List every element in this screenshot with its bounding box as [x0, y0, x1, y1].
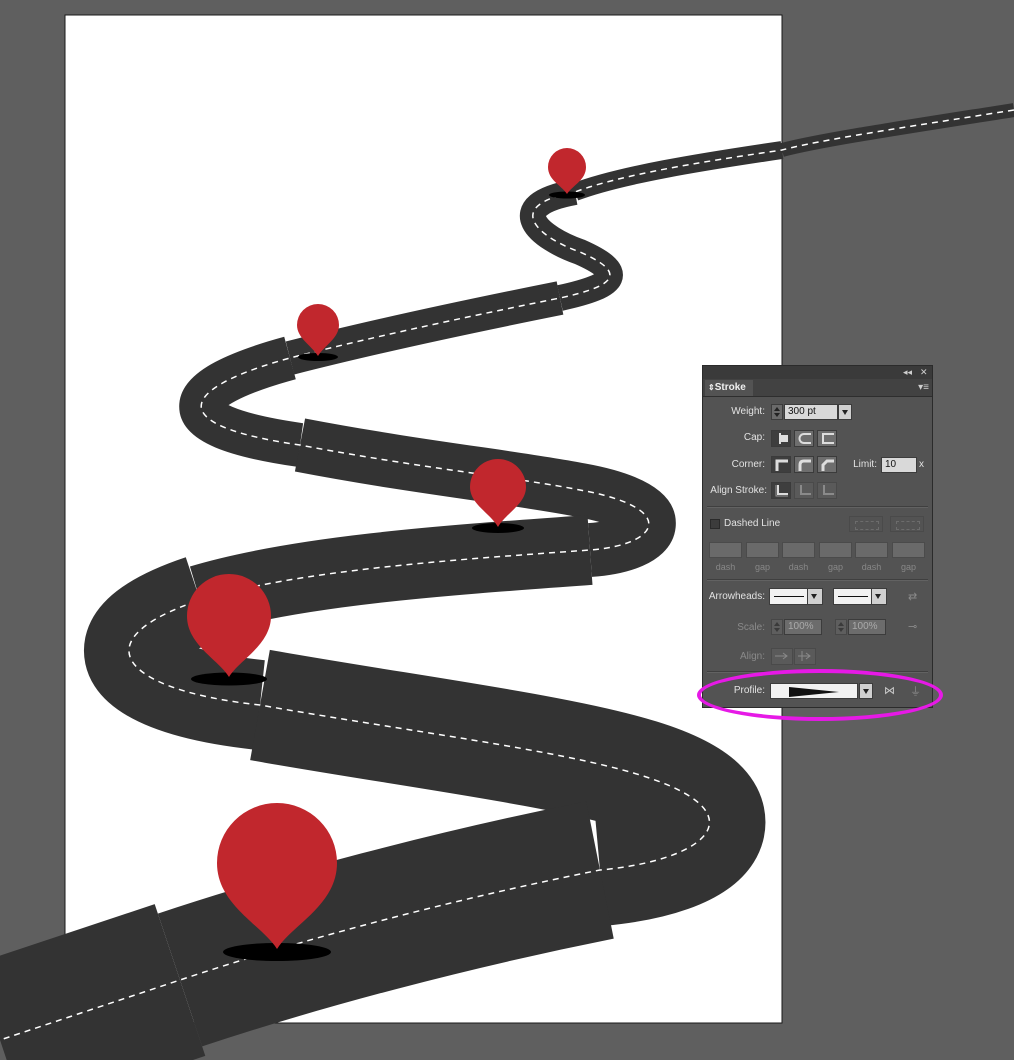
butt-cap-button[interactable]: [771, 430, 791, 447]
section-divider: [707, 506, 928, 508]
gap-field-3[interactable]: [892, 542, 925, 558]
projecting-cap-icon: [822, 433, 834, 444]
align-stroke-center-button[interactable]: [771, 482, 791, 499]
align-outside-icon: [823, 485, 834, 495]
round-cap-button[interactable]: [794, 430, 814, 447]
start-arrowhead-select[interactable]: [769, 588, 823, 605]
align-stroke-inside-button[interactable]: [794, 482, 814, 499]
tab-stroke-label: Stroke: [714, 382, 746, 393]
limit-label: Limit:: [853, 459, 877, 470]
tab-arrows-icon: ⇕: [708, 383, 715, 392]
arrow-extend-icon: [775, 652, 788, 660]
bevel-join-icon: [821, 459, 834, 471]
weight-field[interactable]: 300 pt: [784, 404, 838, 420]
gap-label: gap: [900, 562, 917, 572]
panel-titlebar[interactable]: ◂◂ ✕: [703, 366, 932, 379]
arrowhead-none-preview: [774, 596, 804, 597]
scale-label: Scale:: [737, 622, 765, 633]
panel-tab-row: ⇕Stroke ▾≡: [703, 379, 932, 397]
dashed-line-checkbox[interactable]: [710, 519, 720, 529]
profile-highlight-ellipse: [697, 669, 943, 721]
corner-label: Corner:: [731, 459, 765, 470]
end-scale-field[interactable]: 100%: [848, 619, 886, 635]
chevron-down-icon: [871, 589, 886, 604]
dash-preserve-button[interactable]: [849, 516, 883, 532]
limit-suffix: x: [919, 459, 924, 470]
stroke-panel: ◂◂ ✕ ⇕Stroke ▾≡ Weight: 300 pt Cap: Corn…: [702, 365, 933, 708]
weight-stepper[interactable]: [771, 404, 783, 420]
arrow-place-icon: [798, 651, 811, 661]
dash-label: dash: [861, 562, 882, 572]
round-join-icon: [798, 459, 811, 471]
weight-label: Weight:: [731, 406, 765, 417]
dash-label: dash: [715, 562, 736, 572]
dash-field-1[interactable]: [709, 542, 742, 558]
dash-field-2[interactable]: [782, 542, 815, 558]
projecting-cap-button[interactable]: [817, 430, 837, 447]
dash-field-3[interactable]: [855, 542, 888, 558]
arrow-extend-button[interactable]: [771, 648, 793, 665]
dash-align-button[interactable]: [890, 516, 924, 532]
gap-label: gap: [754, 562, 771, 572]
dashed-line-label: Dashed Line: [724, 518, 781, 529]
arrowheads-label: Arrowheads:: [708, 591, 765, 602]
align-stroke-outside-button[interactable]: [817, 482, 837, 499]
swap-arrowheads-icon[interactable]: ⇄: [908, 590, 917, 603]
gap-field-2[interactable]: [819, 542, 852, 558]
bevel-join-button[interactable]: [817, 456, 837, 473]
miter-join-button[interactable]: [771, 456, 791, 473]
weight-dropdown[interactable]: [838, 404, 852, 420]
miter-join-icon: [775, 459, 788, 471]
start-scale-stepper[interactable]: [771, 619, 783, 635]
end-arrowhead-select[interactable]: [833, 588, 887, 605]
butt-cap-icon: [779, 433, 788, 444]
panel-menu-icon[interactable]: ▾≡: [918, 382, 929, 393]
align-stroke-label: Align Stroke:: [710, 485, 767, 496]
arrowhead-none-preview: [838, 596, 868, 597]
link-scale-icon[interactable]: ⊸: [908, 620, 917, 633]
dash-label: dash: [788, 562, 809, 572]
section-divider: [707, 579, 928, 581]
end-scale-stepper[interactable]: [835, 619, 847, 635]
align-inside-icon: [800, 485, 811, 495]
gap-field-1[interactable]: [746, 542, 779, 558]
arrow-place-button[interactable]: [794, 648, 816, 665]
limit-field[interactable]: 10: [881, 457, 917, 473]
close-icon[interactable]: ✕: [920, 367, 928, 378]
round-join-button[interactable]: [794, 456, 814, 473]
start-scale-field[interactable]: 100%: [784, 619, 822, 635]
round-cap-icon: [798, 433, 811, 444]
gap-label: gap: [827, 562, 844, 572]
cap-label: Cap:: [743, 432, 765, 443]
tab-stroke[interactable]: ⇕Stroke: [705, 380, 753, 396]
align-label: Align:: [739, 651, 765, 662]
collapse-panel-icon[interactable]: ◂◂: [903, 367, 912, 378]
chevron-down-icon: [807, 589, 822, 604]
align-center-icon: [775, 485, 788, 497]
